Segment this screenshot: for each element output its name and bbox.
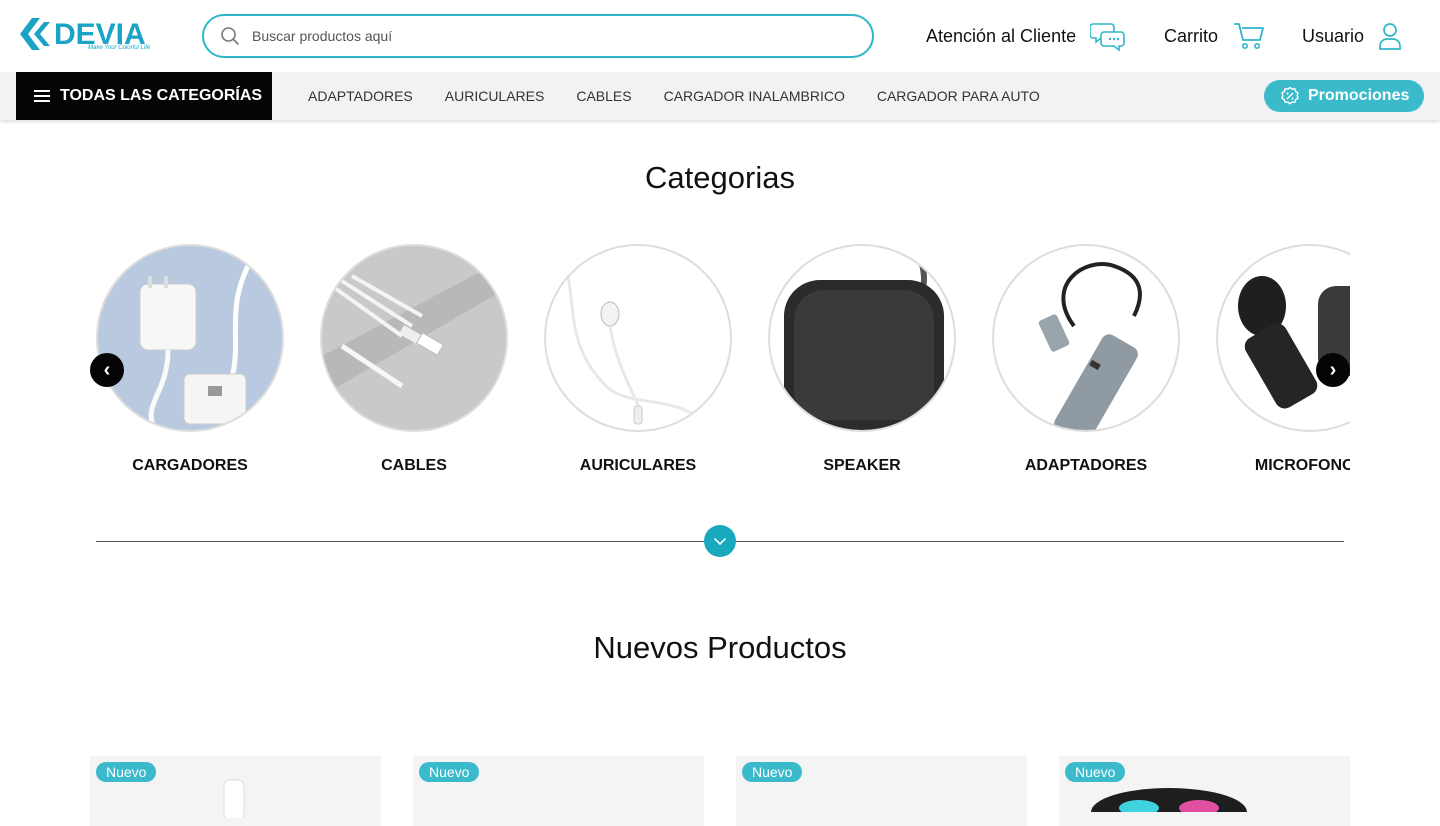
search-icon[interactable] [220,26,240,46]
category-image-cables [320,244,508,432]
new-badge: Nuevo [1065,762,1126,782]
top-header: DEVIA Make Your Colorful Life Atención a… [0,0,1440,72]
carousel-next-button[interactable]: › [1316,353,1350,387]
hamburger-menu-icon [34,87,50,105]
product-card[interactable]: Nuevo [413,756,704,826]
category-card-cables[interactable]: CABLES [320,244,508,475]
product-image [223,779,245,818]
devia-logo[interactable]: DEVIA Make Your Colorful Life [18,16,151,56]
nav-link-auriculares[interactable]: AURICULARES [445,88,545,104]
category-label: CARGADORES [132,457,248,474]
promotions-button[interactable]: Promociones [1264,80,1424,112]
user-link[interactable]: Usuario [1302,18,1402,54]
category-card-auriculares[interactable]: AURICULARES [544,244,732,475]
category-label: CABLES [381,457,447,474]
category-card-cargadores[interactable]: CARGADORES [96,244,284,475]
product-image [1091,788,1247,812]
expand-categories-button[interactable] [704,525,736,557]
nav-link-cables[interactable]: CABLES [576,88,631,104]
new-products-title: Nuevos Productos [593,630,847,665]
category-image-adapter-hub [992,244,1180,432]
category-label: AURICULARES [579,457,697,474]
product-card[interactable]: Nuevo [736,756,1027,826]
logo-tagline: Make Your Colorful Life [88,45,151,51]
all-categories-button[interactable]: TODAS LAS CATEGORÍAS [16,72,272,120]
category-image-charger [96,244,284,432]
promotions-label: Promociones [1308,87,1410,104]
category-card-adaptadores[interactable]: ADAPTADORES [992,244,1180,475]
new-badge: Nuevo [742,762,803,782]
shopping-cart-icon [1234,23,1264,49]
new-badge: Nuevo [96,762,157,782]
product-card[interactable]: Nuevo [1059,756,1350,826]
chevron-left-icon: ‹ [103,358,111,381]
categories-title: Categorias [645,160,795,195]
customer-service-label: Atención al Cliente [926,25,1077,46]
user-icon [1379,23,1401,50]
chat-support-icon [1090,23,1125,52]
category-label: SPEAKER [823,457,901,474]
nav-link-cargador-para-auto[interactable]: CARGADOR PARA AUTO [877,88,1040,104]
categories-carousel: CARGADORES CABLES AURICULARES SPEAKER AD… [96,244,1350,484]
cart-link[interactable]: Carrito [1164,18,1266,54]
category-image-microphone [1216,244,1350,432]
category-card-speaker[interactable]: SPEAKER [768,244,956,475]
discount-badge-icon [1281,86,1299,105]
category-image-speaker [768,244,956,432]
nav-link-cargador-inalambrico[interactable]: CARGADOR INALAMBRICO [664,88,845,104]
chevron-down-icon [714,538,726,546]
category-label: ADAPTADORES [1024,457,1148,474]
new-badge: Nuevo [419,762,480,782]
all-categories-label: TODAS LAS CATEGORÍAS [60,87,263,104]
product-card[interactable]: Nuevo [90,756,381,826]
cart-label: Carrito [1164,25,1219,46]
nav-links: ADAPTADORES AURICULARES CABLES CARGADOR … [308,72,1072,120]
category-label: MICROFONOS [1254,457,1350,474]
chevron-right-icon: › [1329,358,1337,381]
nav-link-adaptadores[interactable]: ADAPTADORES [308,88,413,104]
customer-service-link[interactable]: Atención al Cliente [926,18,1126,54]
category-navbar: TODAS LAS CATEGORÍAS ADAPTADORES AURICUL… [0,72,1440,120]
carousel-prev-button[interactable]: ‹ [90,353,124,387]
category-image-earphones [544,244,732,432]
user-label: Usuario [1302,25,1365,46]
search-bar [202,14,874,58]
devia-logo-mark-icon [20,18,50,50]
search-input[interactable] [252,28,832,44]
